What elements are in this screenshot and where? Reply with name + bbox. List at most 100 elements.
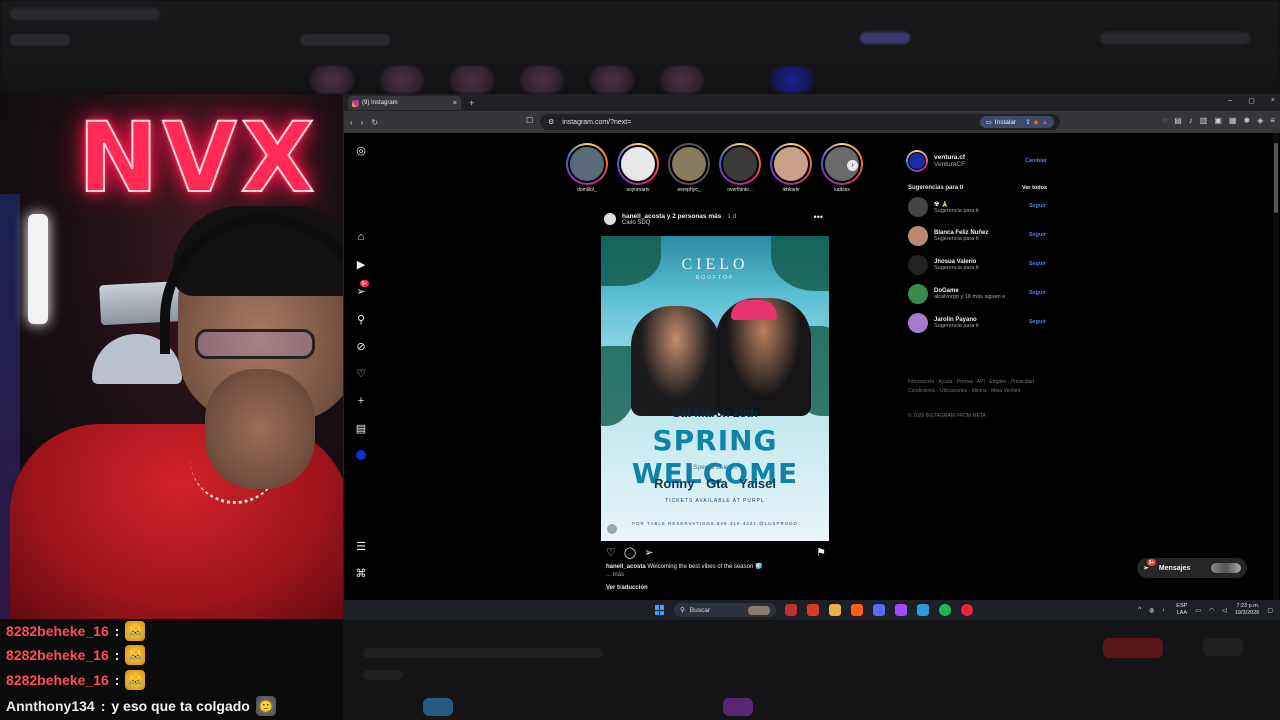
direct-messages-icon[interactable]: ➢ 9+ <box>354 280 369 298</box>
see-all-link[interactable]: Ver todos <box>1022 185 1047 191</box>
ai-chat-icon[interactable]: ◌ <box>1162 116 1167 125</box>
reels-icon[interactable]: ▶ <box>354 257 368 271</box>
story-item[interactable]: ikhloetv <box>770 143 812 193</box>
story-item[interactable]: eemphyc_ <box>668 143 710 193</box>
follow-button[interactable]: Seguir <box>1029 232 1046 238</box>
story-item[interactable]: soyomartv <box>617 143 659 193</box>
notifications-icon[interactable]: ▢ <box>1267 607 1273 614</box>
caption-username[interactable]: hanell_acosta <box>606 564 646 570</box>
tagged-users-icon[interactable] <box>607 524 617 534</box>
caption-more-link[interactable]: ... más <box>606 572 826 578</box>
obs-icon[interactable] <box>961 604 973 616</box>
suggestion-avatar[interactable] <box>908 255 928 275</box>
menu-icon[interactable]: ≡ <box>1270 116 1275 125</box>
display-icon[interactable]: ▭ <box>1195 607 1201 614</box>
notifications-heart-icon[interactable]: ♡ <box>354 366 368 380</box>
brave-browser-icon[interactable] <box>851 604 863 616</box>
suggestion-avatar[interactable] <box>908 313 928 333</box>
switch-account-link[interactable]: Cambiar <box>1025 158 1047 164</box>
brave-rewards-icon[interactable]: ▲ <box>1042 119 1048 126</box>
tray-chevron-icon[interactable]: ^ <box>1138 607 1141 613</box>
site-info-icon[interactable]: ⚙ <box>548 118 554 126</box>
suggestion-avatar[interactable] <box>908 284 928 304</box>
profile-avatar-icon[interactable] <box>354 448 368 462</box>
scrollbar-thumb[interactable] <box>1274 143 1278 213</box>
file-explorer-icon[interactable] <box>829 604 841 616</box>
tab-instagram[interactable]: (9) Instagram × <box>348 96 461 110</box>
follow-button[interactable]: Seguir <box>1029 261 1046 267</box>
share-send-icon[interactable]: ➢ <box>644 546 653 560</box>
post-options-icon[interactable]: ••• <box>814 212 823 222</box>
chat-username[interactable]: 8282beheke_16 <box>6 623 109 639</box>
volume-icon[interactable]: ◁ <box>1222 607 1227 614</box>
create-icon[interactable]: + <box>354 394 368 408</box>
music-icon[interactable]: ♪ <box>1189 116 1193 125</box>
explore-icon[interactable]: ⊘ <box>354 339 368 353</box>
see-translation-link[interactable]: Ver traducción <box>606 585 648 591</box>
network-icon[interactable]: ◍ <box>1149 607 1154 614</box>
tab-close-icon[interactable]: × <box>453 100 457 107</box>
chat-username[interactable]: 8282beheke_16 <box>6 672 109 688</box>
suggestion-avatar[interactable] <box>908 226 928 246</box>
like-heart-icon[interactable]: ♡ <box>606 546 616 560</box>
suggestion-name[interactable]: ☢ 🙏 <box>934 201 979 208</box>
page-scrollbar[interactable] <box>1273 133 1279 603</box>
reading-list-icon[interactable]: ▤ <box>1174 116 1182 125</box>
chat-username[interactable]: Annthony134 <box>6 698 95 714</box>
comment-icon[interactable]: ◯ <box>624 546 636 560</box>
sidebar-icon[interactable]: ▥ <box>1200 116 1208 125</box>
follow-button[interactable]: Seguir <box>1029 319 1046 325</box>
messages-button[interactable]: ➢ 9+ Mensajes <box>1137 558 1247 578</box>
footer-links[interactable]: Información · Ayuda · Prensa · API · Emp… <box>908 378 1048 396</box>
minimize-button[interactable]: – <box>1228 97 1232 105</box>
forward-icon[interactable]: › <box>361 118 364 127</box>
stories-next-arrow-icon[interactable]: › <box>847 160 858 171</box>
app-icon[interactable] <box>785 604 797 616</box>
instagram-logo-icon[interactable]: ◎ <box>354 143 368 157</box>
language-indicator[interactable]: ESP LAA <box>1176 603 1187 617</box>
taskbar-search[interactable]: ⚲ Buscar <box>674 603 776 617</box>
taskbar-clock[interactable]: 7:23 p.m. 19/3/2026 <box>1235 603 1259 617</box>
post-authors[interactable]: hanell_acosta y 2 personas más <box>622 213 721 220</box>
maximize-button[interactable]: ▢ <box>1248 97 1255 105</box>
post-location[interactable]: Cielo SDQ <box>622 220 736 226</box>
meta-apps-icon[interactable]: ⌘ <box>354 566 368 580</box>
back-icon[interactable]: ‹ <box>350 118 353 127</box>
install-app-button[interactable]: ▭ Instalar ⇪ ◆ ▲ <box>979 116 1054 128</box>
post-image[interactable]: CIELO ROOFTOP Sat March 28th SPRING WELC… <box>601 236 829 541</box>
story-item[interactable]: domiilol_ <box>566 143 608 193</box>
account-username[interactable]: ventura.cf <box>934 154 965 161</box>
bookmark-icon[interactable]: ☐ <box>526 116 533 125</box>
close-window-button[interactable]: × <box>1271 97 1275 105</box>
discord-icon[interactable] <box>873 604 885 616</box>
suggestion-avatar[interactable] <box>908 197 928 217</box>
home-icon[interactable]: ⌂ <box>354 230 368 244</box>
brave-shield-icon[interactable]: ◆ <box>1034 118 1039 126</box>
share-icon[interactable]: ⇪ <box>1025 118 1030 126</box>
search-icon[interactable]: ⚲ <box>354 312 368 326</box>
more-menu-icon[interactable]: ☰ <box>354 539 368 553</box>
mic-icon[interactable]: ♩ <box>1162 607 1168 613</box>
spotify-icon[interactable] <box>939 604 951 616</box>
chat-username[interactable]: 8282beheke_16 <box>6 647 109 663</box>
new-tab-button[interactable]: + <box>469 98 474 108</box>
follow-button[interactable]: Seguir <box>1029 290 1046 296</box>
app-icon[interactable] <box>807 604 819 616</box>
wallet-icon[interactable]: ▦ <box>1229 116 1237 125</box>
vpn-icon[interactable]: ◈ <box>1257 116 1263 125</box>
app-icon[interactable] <box>895 604 907 616</box>
save-bookmark-icon[interactable]: ⚑ <box>816 546 826 560</box>
dashboard-icon[interactable]: ▤ <box>354 421 368 435</box>
steam-icon[interactable] <box>917 604 929 616</box>
address-bar[interactable]: ⚙ instagram.com/?next= ▭ Instalar ⇪ ◆ ▲ <box>540 114 1060 130</box>
windows-start-icon[interactable] <box>655 605 665 615</box>
suggestion-item: DoGame alcalvorpp y 18 más siguen e Segui… <box>908 282 1056 306</box>
account-avatar[interactable] <box>906 150 928 172</box>
story-item[interactable]: overthinki... <box>719 143 761 193</box>
extension-icon[interactable]: ✱ <box>1243 116 1250 125</box>
wifi-icon[interactable]: ◠ <box>1209 607 1214 614</box>
follow-button[interactable]: Seguir <box>1029 203 1046 209</box>
post-author-avatar[interactable] <box>604 213 616 225</box>
reload-icon[interactable]: ↻ <box>371 118 378 127</box>
tab-search-icon[interactable]: ▣ <box>1214 116 1222 125</box>
